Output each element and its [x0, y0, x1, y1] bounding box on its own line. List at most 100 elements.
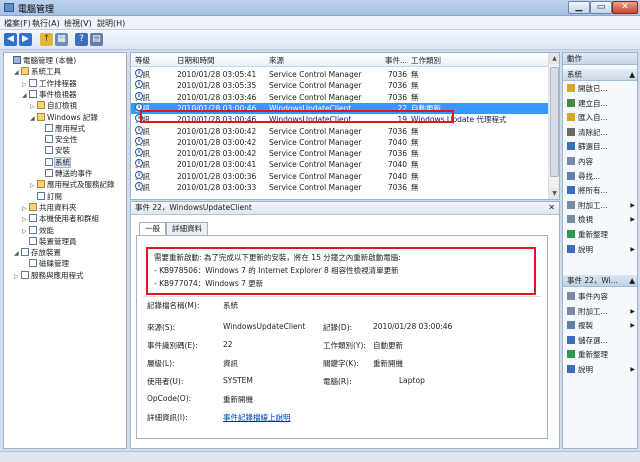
table-row[interactable]: i資訊 2010/01/28 03:00:42 Service Control Ma…: [131, 136, 549, 148]
tree-item[interactable]: ▷ 共用資料夾: [22, 202, 77, 213]
menu-action[interactable]: 執行(A): [32, 18, 60, 29]
tree-item[interactable]: 電腦管理 (本機): [6, 55, 76, 66]
show-hide-tree-icon[interactable]: ▦: [55, 33, 68, 46]
tree-item[interactable]: ◢ 存放裝置: [14, 247, 61, 258]
action-icon: [567, 350, 575, 359]
cell-source: Service Control Manager: [269, 183, 362, 192]
action-icon: [567, 365, 575, 373]
action-item[interactable]: 將所有...: [567, 185, 637, 197]
table-row[interactable]: i資訊 2010/01/28 03:05:41 Service Control Ma…: [131, 69, 549, 80]
tree-item[interactable]: ◢ Windows 記錄: [30, 112, 98, 123]
more-info-link[interactable]: 事件記錄檔線上說明: [223, 412, 291, 423]
help-icon[interactable]: ?: [75, 33, 88, 46]
action-item[interactable]: 附加工... ▶: [567, 200, 637, 212]
scroll-thumb[interactable]: [550, 67, 559, 177]
up-folder-icon[interactable]: ↑: [40, 33, 53, 46]
expand-arrow-icon[interactable]: ◢: [30, 113, 37, 124]
more-info-label: 詳細資訊(I):: [147, 413, 188, 422]
tree-item[interactable]: ◢ 事件檢視器: [22, 89, 77, 100]
scroll-up-icon[interactable]: ▲: [549, 53, 559, 64]
tree-item[interactable]: 磁碟管理: [22, 258, 69, 269]
action-item[interactable]: 事件內容: [567, 291, 637, 303]
tree-item[interactable]: ▷ 應用程式及服務記錄: [30, 179, 115, 190]
table-row[interactable]: i資訊 2010/01/28 03:05:35 Service Control Ma…: [131, 80, 549, 91]
action-item[interactable]: 建立自...: [567, 98, 637, 110]
action-item[interactable]: 複製 ▶: [567, 320, 637, 332]
action-item[interactable]: 重新整理: [567, 349, 637, 361]
toolbar: ◀ ▶ ↑ ▦ ? ▤: [0, 30, 640, 50]
tree-item[interactable]: 應用程式: [38, 123, 85, 134]
col-datetime[interactable]: 日期和時間: [177, 55, 215, 66]
col-level[interactable]: 等級: [135, 55, 150, 66]
tree-item[interactable]: 系統: [38, 156, 71, 168]
expand-arrow-icon[interactable]: ◢: [14, 67, 21, 78]
tree-item[interactable]: 安裝: [38, 145, 70, 156]
tree-item[interactable]: ▷ 服務與應用程式: [14, 270, 84, 281]
back-arrow-icon[interactable]: ◀: [4, 33, 17, 46]
col-event-id[interactable]: 事件...: [385, 55, 407, 66]
table-row[interactable]: i資訊 2010/01/28 03:00:41 Service Control Ma…: [131, 159, 549, 170]
tree-item[interactable]: 安全性: [38, 134, 78, 145]
tree-item[interactable]: ▷ 本機使用者和群組: [22, 213, 99, 224]
maximize-button[interactable]: ▭: [590, 1, 612, 14]
action-item[interactable]: 尋找...: [567, 171, 637, 183]
action-item[interactable]: 說明 ▶: [567, 364, 637, 376]
table-row[interactable]: i資訊 2010/01/28 03:00:42 Service Control Ma…: [131, 148, 549, 159]
minimize-button[interactable]: ▁: [568, 1, 590, 14]
action-item[interactable]: 篩選目...: [567, 141, 637, 153]
actions-section-system[interactable]: 系統 ▲: [563, 69, 637, 81]
cell-source: WindowsUpdateClient: [269, 103, 352, 113]
message-line-1: 需要重新啟動: 為了完成以下更新的安裝，將在 15 分鐘之內重新啟動電腦:: [154, 253, 401, 262]
actions-pane: 動作 系統 ▲ 開啟已... 建立自... 匯入自... 清除記... 篩選目... 內容…: [562, 52, 638, 449]
close-button[interactable]: ✕: [612, 1, 638, 14]
table-row[interactable]: i資訊 2010/01/28 03:00:36 Service Control Ma…: [131, 170, 549, 182]
cell-category: 無: [411, 92, 419, 102]
action-item[interactable]: 內容: [567, 156, 637, 168]
col-task-category[interactable]: 工作類別: [411, 55, 441, 66]
action-item[interactable]: 開啟已...: [567, 83, 637, 95]
log-icon: [29, 214, 37, 223]
menu-view[interactable]: 檢視(V): [64, 18, 92, 29]
console-view-icon[interactable]: ▤: [90, 33, 103, 46]
action-item[interactable]: 說明 ▶: [567, 244, 637, 256]
log-icon: [21, 248, 29, 257]
submenu-arrow-icon: ▶: [630, 201, 635, 209]
tree-item[interactable]: ◢ 系統工具: [14, 66, 61, 77]
menu-file[interactable]: 檔案(F): [4, 18, 31, 29]
expand-arrow-icon[interactable]: ◢: [22, 90, 29, 101]
events-scrollbar[interactable]: ▲ ▼: [548, 53, 559, 199]
task-value: 自動更新: [373, 341, 403, 350]
action-icon: [567, 84, 575, 92]
action-item[interactable]: 重新整理: [567, 229, 637, 241]
col-source[interactable]: 來源: [269, 55, 284, 66]
action-item[interactable]: 儲存選...: [567, 335, 637, 347]
table-row[interactable]: i資訊 2010/01/28 03:00:42 Service Control Ma…: [131, 125, 549, 137]
scroll-down-icon[interactable]: ▼: [549, 188, 559, 199]
table-row[interactable]: i資訊 2010/01/28 03:00:46 WindowsUpdateClien…: [131, 102, 549, 115]
cell-level: i資訊: [135, 182, 150, 193]
action-label: 說明: [578, 244, 593, 254]
tree-item[interactable]: ▷ 效能: [22, 225, 54, 236]
tab-general[interactable]: 一般: [139, 222, 166, 236]
table-row[interactable]: i資訊 2010/01/28 03:00:33 Service Control Ma…: [131, 182, 549, 193]
table-row[interactable]: i資訊 2010/01/28 03:00:46 WindowsUpdateClien…: [131, 114, 549, 125]
menu-help[interactable]: 說明(H): [97, 18, 125, 29]
tab-details[interactable]: 詳細資料: [166, 222, 208, 235]
tree-item-label: Windows 記錄: [47, 112, 98, 122]
action-item[interactable]: 匯入自...: [567, 112, 637, 124]
tree-item[interactable]: ▷ 自訂檢視: [30, 100, 77, 111]
tree-item[interactable]: ▷ 工作排程器: [22, 78, 77, 89]
close-icon[interactable]: ✕: [548, 202, 555, 214]
forward-arrow-icon[interactable]: ▶: [19, 33, 32, 46]
tree-item[interactable]: 訂閱: [30, 191, 62, 202]
table-row[interactable]: i資訊 2010/01/28 03:03:46 Service Control Ma…: [131, 91, 549, 103]
action-item[interactable]: 清除記...: [567, 127, 637, 139]
actions-section-event[interactable]: 事件 22，Wi... ▲: [563, 275, 637, 287]
action-item[interactable]: 附加工... ▶: [567, 306, 637, 318]
tree-item[interactable]: 裝置管理員: [22, 236, 77, 247]
tree-item[interactable]: 轉送的事件: [38, 168, 93, 179]
action-item[interactable]: 檢視 ▶: [567, 214, 637, 226]
expand-arrow-icon[interactable]: ◢: [14, 248, 21, 259]
cell-source: Service Control Manager: [269, 92, 362, 102]
expand-arrow-icon[interactable]: ▷: [14, 271, 21, 282]
